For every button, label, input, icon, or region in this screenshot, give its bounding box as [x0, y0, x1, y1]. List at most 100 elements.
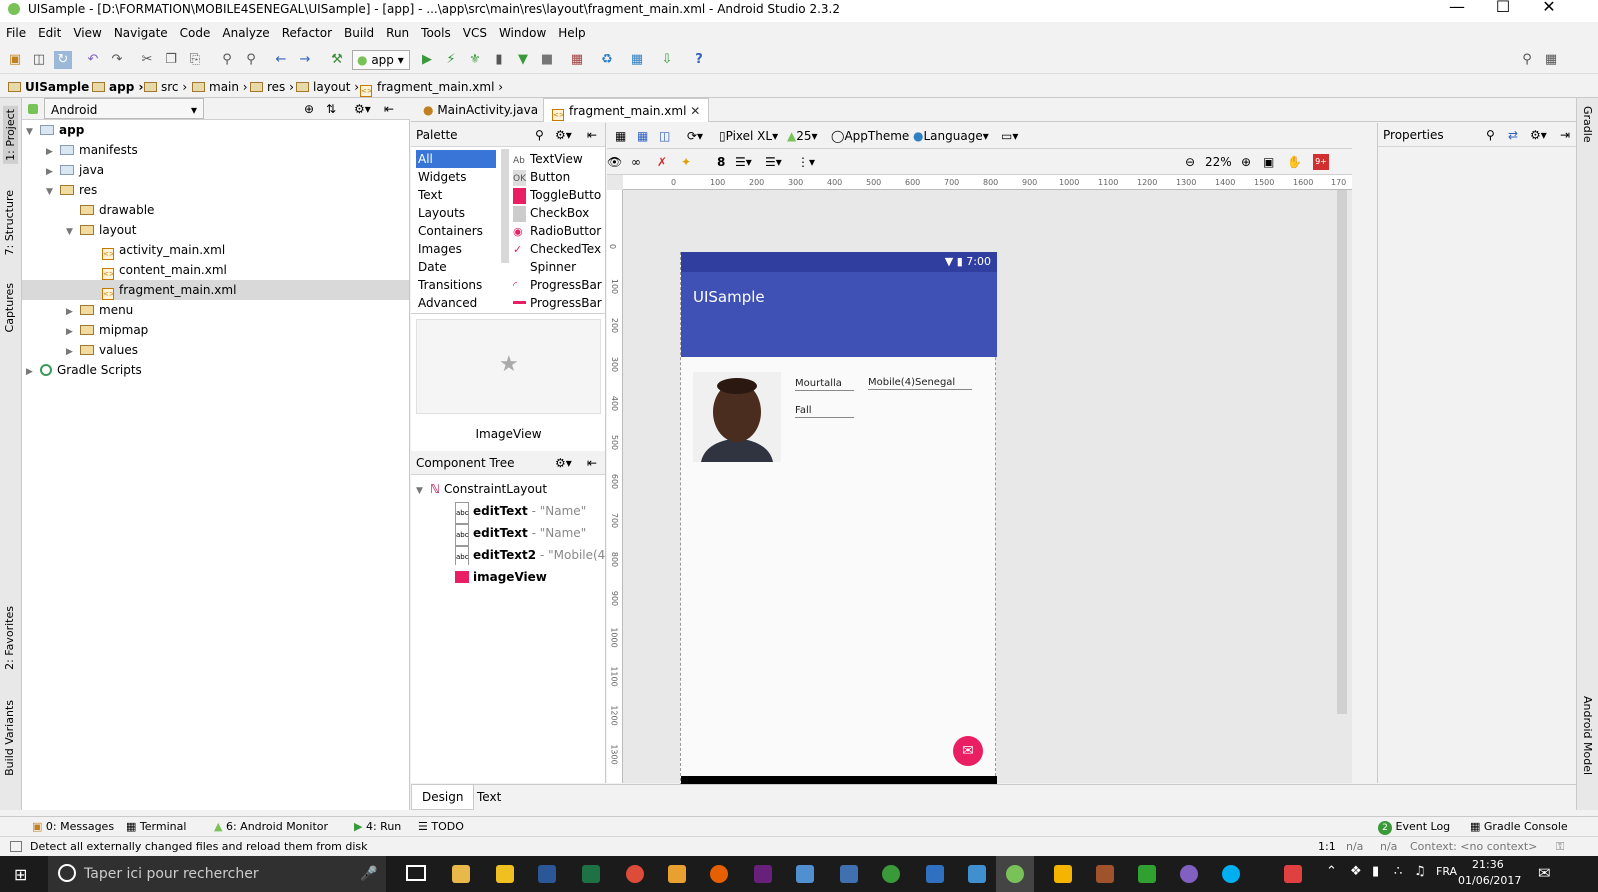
tree-item-values[interactable]: ▶ values [66, 340, 138, 360]
zoom-out-icon[interactable]: ⊖ [1185, 149, 1195, 175]
paste-icon[interactable]: ⎘ [186, 51, 204, 69]
attach-debugger-icon[interactable]: ▼ [514, 51, 532, 69]
tool-gradle-console[interactable]: ▦ Gradle Console [1470, 817, 1568, 837]
guidelines-icon[interactable]: ⋮▾ [797, 149, 815, 175]
git-icon[interactable] [1138, 865, 1156, 883]
close-tab-icon[interactable]: ✕ [690, 104, 700, 118]
app-toolbar[interactable]: UISample [681, 272, 997, 357]
breadcrumb-main[interactable]: main › [192, 76, 248, 98]
tree-item-content-main[interactable]: <> content_main.xml [102, 260, 227, 280]
first-name-field[interactable]: Mourtalla [795, 377, 854, 391]
save-icon[interactable]: ◫ [30, 51, 48, 69]
hide-panel-icon[interactable]: ⇤ [384, 98, 394, 120]
excel-icon[interactable] [582, 865, 600, 883]
volume-icon[interactable]: ♫ [1414, 864, 1426, 879]
back-icon[interactable]: ← [272, 51, 290, 69]
tab-fragment-main[interactable]: <> fragment_main.xml ✕ [543, 98, 710, 122]
menu-navigate[interactable]: Navigate [108, 22, 174, 44]
api-select[interactable]: ▲25▾ [787, 123, 818, 149]
tree-item-drawable[interactable]: drawable [66, 200, 154, 220]
palette-category-containers[interactable]: Containers [416, 222, 496, 240]
tab-project[interactable]: 1: Project [3, 106, 18, 164]
skype-icon[interactable] [1222, 865, 1240, 883]
palette-scrollbar[interactable] [501, 149, 509, 263]
tab-android-model[interactable]: Android Model [1581, 696, 1594, 775]
infer-constraints-icon[interactable]: ✦ [681, 149, 691, 175]
minimize-icon[interactable]: — [1434, 0, 1480, 16]
align-icon[interactable]: ☰▾ [765, 149, 782, 175]
notepad-icon[interactable] [796, 865, 814, 883]
design-surface-icon[interactable]: ▦ [615, 123, 626, 149]
component-edittext2[interactable]: abceditText2 - "Mobile(4)Se [455, 545, 605, 565]
run-icon[interactable]: ▶ [418, 51, 436, 69]
breadcrumb-uisample[interactable]: UISample › [8, 76, 98, 98]
profile-icon[interactable]: ▮ [490, 51, 508, 69]
menu-help[interactable]: Help [552, 22, 591, 44]
palette-category-images[interactable]: Images [416, 240, 496, 258]
fab-mail-button[interactable]: ✉ [953, 736, 983, 766]
palette-category-text[interactable]: Text [416, 186, 496, 204]
menu-view[interactable]: View [67, 22, 107, 44]
sticky-notes-icon[interactable] [496, 865, 514, 883]
maximize-icon[interactable]: ☐ [1480, 0, 1526, 16]
menu-tools[interactable]: Tools [415, 22, 457, 44]
collapse-all-icon[interactable]: ⇅ [326, 98, 336, 120]
tab-gradle[interactable]: Gradle [1581, 106, 1594, 143]
show-constraints-icon[interactable]: 👁 [607, 149, 622, 175]
palette-item-button[interactable]: OK Button [513, 168, 603, 186]
tab-structure[interactable]: 7: Structure [3, 190, 16, 255]
help-icon[interactable]: ? [690, 51, 708, 69]
tray-chevron-icon[interactable]: ⌃ [1326, 864, 1337, 879]
tree-item-layout[interactable]: ▼ layout [66, 220, 136, 240]
status-toggle-icon[interactable] [10, 841, 22, 852]
action-center-icon[interactable]: ✉ [1538, 864, 1551, 882]
run-config-select[interactable]: ● app ▾ [352, 50, 410, 70]
default-margin[interactable]: 8 [717, 149, 725, 175]
breadcrumb-fragment-main[interactable]: <> fragment_main.xml › [360, 76, 503, 98]
tool-todo[interactable]: ☰ TODO [418, 817, 464, 837]
component-imageview[interactable]: imageView [455, 567, 547, 587]
sublime-icon[interactable] [1096, 865, 1114, 883]
battery-tray-icon[interactable]: ▮ [1372, 864, 1379, 879]
tree-item-java[interactable]: ▶ java [46, 160, 104, 180]
tab-build-variants[interactable]: Build Variants [3, 700, 16, 776]
language-indicator[interactable]: FRA [1436, 865, 1457, 878]
tool-messages[interactable]: ▣ 0: Messages [32, 817, 114, 837]
caret-position[interactable]: 1:1 [1318, 837, 1336, 857]
palette-item-textview[interactable]: Ab TextView [513, 150, 603, 168]
debug-icon[interactable]: ⚜ [466, 51, 484, 69]
android-studio-taskbar-active[interactable] [996, 856, 1034, 892]
autoconnect-icon[interactable]: ∞ [631, 149, 641, 175]
menu-file[interactable]: File [0, 22, 32, 44]
palette-item-togglebutton[interactable]: ToggleButto [513, 186, 603, 204]
search-everywhere-icon[interactable]: ⚲ [1518, 51, 1536, 69]
tool-run[interactable]: ▶ 4: Run [354, 817, 401, 837]
apply-changes-icon[interactable]: ⚡ [442, 51, 460, 69]
firefox-icon[interactable] [710, 865, 728, 883]
tree-item-mipmap[interactable]: ▶ mipmap [66, 320, 148, 340]
taskbar-search[interactable]: Taper ici pour rechercher 🎤 [48, 856, 386, 892]
replace-icon[interactable]: ⚲ [242, 51, 260, 69]
palette-item-progressbar-horizontal[interactable]: ProgressBar [513, 294, 603, 312]
sdk-manager-icon[interactable]: ⇩ [658, 51, 676, 69]
open-icon[interactable]: ▣ [6, 51, 24, 69]
close-icon[interactable]: ✕ [1526, 0, 1572, 16]
menu-refactor[interactable]: Refactor [276, 22, 338, 44]
stop-icon[interactable]: ■ [538, 51, 556, 69]
mail-app-icon[interactable] [668, 865, 686, 883]
cut-icon[interactable]: ✂ [138, 51, 156, 69]
toggle-view-icon[interactable]: ⇄ [1508, 123, 1518, 147]
hide-panel-icon[interactable]: ⇥ [1560, 123, 1570, 147]
window-layout-icon[interactable]: ▦ [1542, 51, 1560, 69]
menu-code[interactable]: Code [174, 22, 217, 44]
company-field[interactable]: Mobile(4)Senegal [868, 376, 972, 390]
palette-category-advanced[interactable]: Advanced [416, 294, 496, 312]
palette-category-date[interactable]: Date [416, 258, 496, 276]
palette-item-spinner[interactable]: Spinner [513, 258, 603, 276]
redo-icon[interactable]: ↷ [108, 51, 126, 69]
breadcrumb-src[interactable]: src › [144, 76, 187, 98]
tab-favorites[interactable]: 2: Favorites [3, 606, 16, 670]
palette-item-radiobutton[interactable]: ◉ RadioButtor [513, 222, 603, 240]
last-name-field[interactable]: Fall [795, 404, 854, 418]
tree-item-manifests[interactable]: ▶ manifests [46, 140, 138, 160]
